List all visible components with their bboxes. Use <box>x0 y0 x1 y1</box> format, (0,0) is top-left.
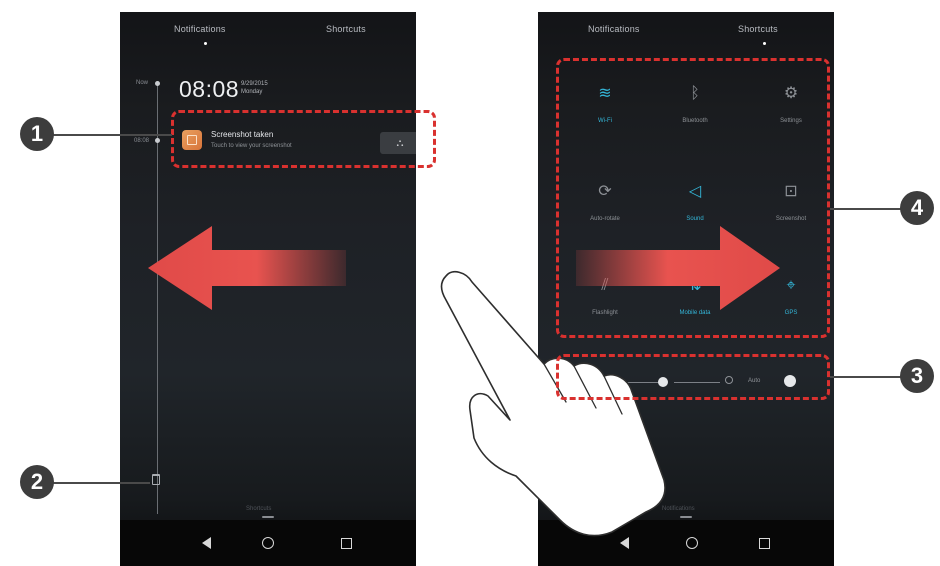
callout-4-number: 4 <box>910 195 924 220</box>
callout-line-3 <box>830 376 904 378</box>
callout-line-4 <box>830 208 904 210</box>
callout-2: 2 <box>20 465 54 499</box>
swipe-left-arrow <box>148 226 346 310</box>
callout-3: 3 <box>900 359 934 393</box>
callout-1: 1 <box>20 117 54 151</box>
brightness-highlight-box <box>556 354 830 400</box>
shortcut-toggles-highlight-box <box>556 58 830 338</box>
callout-line-2 <box>52 482 150 484</box>
callout-line-1 <box>52 134 172 136</box>
callout-2-number: 2 <box>30 469 44 494</box>
callout-1-number: 1 <box>30 121 44 146</box>
notification-highlight-box <box>171 110 436 168</box>
callout-3-number: 3 <box>910 363 924 388</box>
callout-4: 4 <box>900 191 934 225</box>
